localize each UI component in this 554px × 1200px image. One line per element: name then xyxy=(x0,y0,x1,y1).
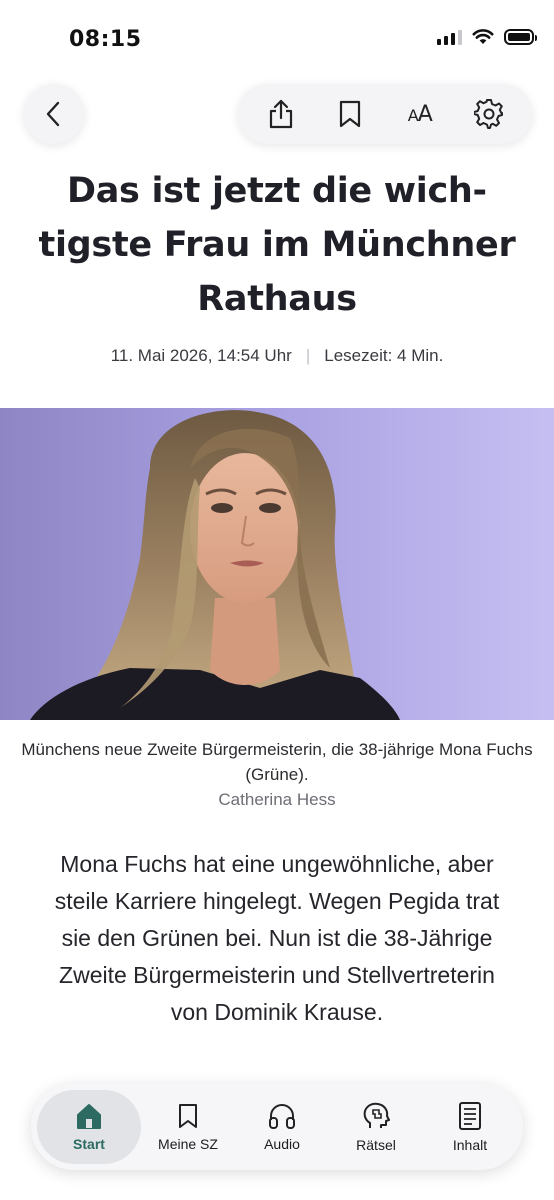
battery-icon xyxy=(504,29,537,45)
tab-bar: Start Meine SZ Audio Rätsel Inhalt xyxy=(31,1084,523,1170)
text-size-icon: AA xyxy=(407,101,433,127)
tab-meine-sz[interactable]: Meine SZ xyxy=(141,1090,235,1164)
status-icons xyxy=(437,29,537,45)
share-button[interactable] xyxy=(254,89,308,139)
photo-caption: Münchens neue Zweite Bürgermeisterin, di… xyxy=(20,737,534,812)
article-photo[interactable] xyxy=(0,408,554,720)
bookmark-button[interactable] xyxy=(323,89,377,139)
tab-start[interactable]: Start xyxy=(37,1090,141,1164)
article-meta: 11. Mai 2026, 14:54 Uhr | Lesezeit: 4 Min. xyxy=(0,346,554,366)
bookmark-icon xyxy=(340,100,361,128)
document-icon xyxy=(459,1102,481,1130)
tab-inhalt[interactable]: Inhalt xyxy=(423,1090,517,1164)
bookmark-icon xyxy=(179,1104,197,1128)
tab-raetsel[interactable]: Rätsel xyxy=(329,1090,423,1164)
home-icon xyxy=(77,1104,101,1129)
status-bar: 08:15 xyxy=(0,0,554,80)
text-size-button[interactable]: AA xyxy=(393,89,447,139)
tab-label: Start xyxy=(73,1136,105,1152)
status-time: 08:15 xyxy=(69,27,142,52)
tab-label: Audio xyxy=(264,1136,300,1152)
headphones-icon xyxy=(269,1104,295,1129)
wifi-icon xyxy=(472,29,494,44)
puzzle-head-icon xyxy=(363,1102,390,1128)
cellular-signal-icon xyxy=(437,29,462,45)
caption-text: Münchens neue Zweite Bürgermeisterin, di… xyxy=(21,740,533,784)
portrait-photo xyxy=(0,408,554,720)
photo-credit: Catherina Hess xyxy=(218,790,336,809)
article-toolbar: AA xyxy=(238,84,532,144)
back-chevron-icon xyxy=(46,101,60,127)
back-button[interactable] xyxy=(24,84,84,144)
tab-label: Inhalt xyxy=(452,1137,488,1153)
reading-time: Lesezeit: 4 Min. xyxy=(324,346,444,365)
share-icon xyxy=(269,99,292,129)
article-teaser: Mona Fuchs hat eine ungewöhnliche, aber … xyxy=(54,851,500,1025)
tab-label: Meine SZ xyxy=(158,1136,218,1152)
settings-button[interactable] xyxy=(462,89,516,139)
meta-divider: | xyxy=(305,346,311,365)
gear-icon xyxy=(474,99,504,129)
tab-audio[interactable]: Audio xyxy=(235,1090,329,1164)
tab-label: Rätsel xyxy=(356,1137,396,1153)
article-date: 11. Mai 2026, 14:54 Uhr xyxy=(110,346,292,365)
article-headline: Das ist jetzt die wich­tigste Frau im Mü… xyxy=(38,171,516,319)
